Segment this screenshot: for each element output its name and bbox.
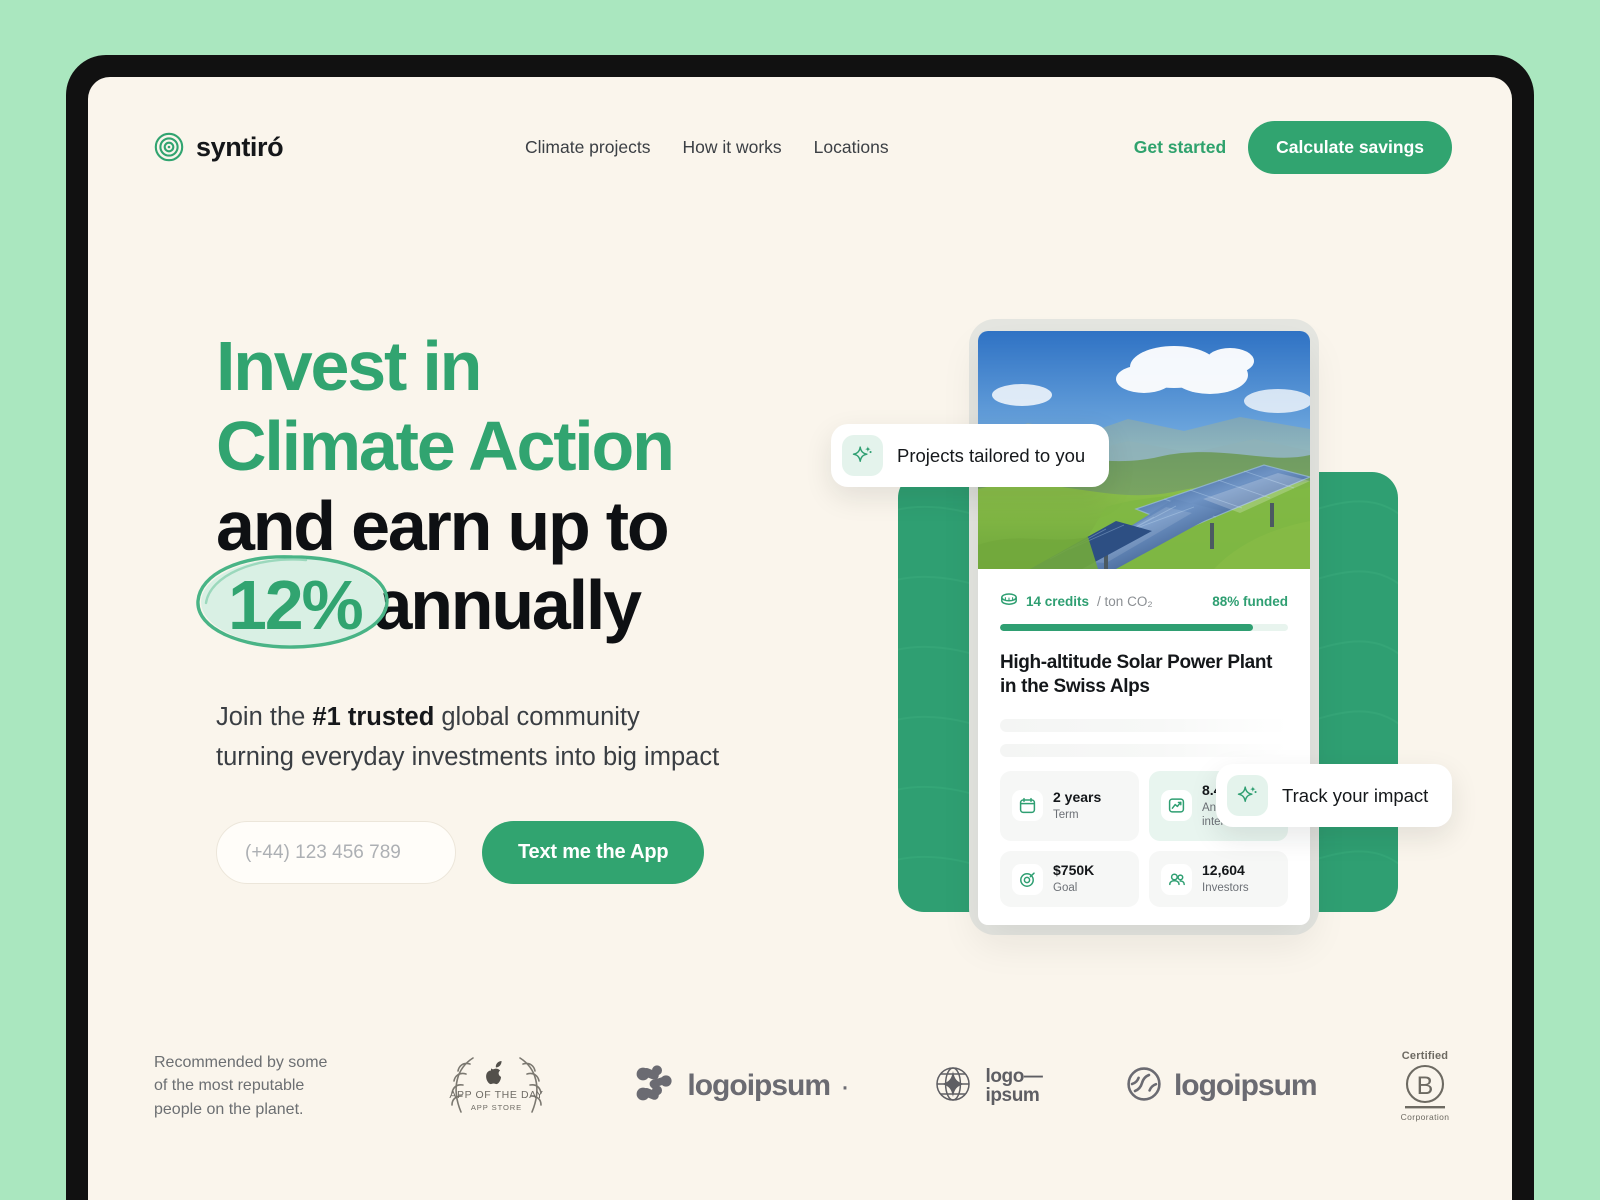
headline-tail: annually: [373, 566, 643, 645]
chart-up-icon: [1161, 790, 1192, 822]
recommendation-line-2: of the most reputable: [154, 1077, 305, 1095]
credits-info: 14 credits / ton CO₂: [1000, 592, 1153, 611]
skeleton-placeholder-lines: [1000, 718, 1288, 757]
logo-text: logoipsum: [687, 1069, 831, 1102]
swirl-logo-icon: [1124, 1064, 1164, 1109]
award-line-2: APP STORE: [471, 1103, 522, 1112]
credits-value: 14 credits: [1026, 594, 1090, 609]
hero-content: Invest in Climate Action and earn up to …: [196, 327, 916, 885]
recommendation-line-3: people on the planet.: [154, 1100, 304, 1118]
logo-app-of-the-day: APP OF THE DAY APP STORE: [439, 1050, 554, 1122]
project-card-body: 14 credits / ton CO₂ 88% funded High-alt…: [978, 569, 1310, 908]
dots-logo-icon: [635, 1064, 677, 1108]
skeleton-line: [1000, 718, 1288, 732]
logo-logoipsum-dots: logoipsum ·: [635, 1064, 851, 1108]
stat-tile-term: 2 years Term: [1000, 770, 1139, 842]
headline-line-4: 12% annually: [196, 555, 916, 650]
phone-number-input[interactable]: [216, 821, 456, 885]
logo-text: logoipsum: [1173, 1069, 1318, 1102]
credits-row: 14 credits / ton CO₂ 88% funded: [1000, 592, 1288, 611]
headline-line-1: Invest in: [216, 327, 482, 405]
stat-tile-investors: 12,604 Investors: [1149, 851, 1288, 908]
logo-text-line-1: logo—: [985, 1065, 1043, 1087]
subtitle-bold: #1 trusted: [312, 703, 435, 732]
logo-b-corporation: Certified B Corporation: [1398, 1050, 1452, 1122]
sparkle-icon: [1227, 775, 1268, 816]
bcorp-corporation-label: Corporation: [1400, 1112, 1450, 1122]
skeleton-line: [1000, 743, 1288, 757]
stat-tile-goal: $750K Goal: [1000, 851, 1139, 908]
text-me-the-app-button[interactable]: Text me the App: [482, 821, 705, 885]
nav-link-locations[interactable]: Locations: [814, 137, 889, 158]
logo-logoipsum-swirl: logoipsum: [1124, 1064, 1318, 1109]
funding-progress-bar: [1000, 624, 1288, 631]
users-icon: [1161, 863, 1192, 895]
page-title: Invest in Climate Action and earn up to …: [196, 327, 916, 650]
partner-logos: APP OF THE DAY APP STORE logoipsum · log…: [369, 1050, 1452, 1122]
pill-projects-tailored: Projects tailored to you: [831, 424, 1110, 487]
headline-line-3: and earn up to: [216, 486, 670, 565]
funded-badge: 88% funded: [1212, 594, 1288, 609]
sparkle-icon: [842, 435, 883, 476]
stat-value: $750K: [1053, 862, 1095, 879]
subtitle-part-1: Join the: [216, 703, 313, 732]
globe-logo-icon: [931, 1062, 975, 1111]
headline-line-2: Climate Action: [216, 406, 675, 485]
laurel-wreath-icon: APP OF THE DAY APP STORE: [449, 1057, 543, 1113]
pill-label: Track your impact: [1282, 784, 1429, 806]
signup-form: Text me the App: [216, 821, 916, 885]
get-started-link[interactable]: Get started: [1134, 137, 1226, 158]
logo-text-line-2: ipsum: [985, 1085, 1040, 1106]
brand-logo[interactable]: syntiró: [154, 131, 284, 163]
coin-stack-icon: [1000, 592, 1018, 611]
concentric-target-icon: [154, 132, 184, 162]
nav-links: Climate projects How it works Locations: [525, 137, 889, 158]
nav-link-how-it-works[interactable]: How it works: [682, 137, 781, 158]
nav-actions: Get started Calculate savings: [1134, 120, 1452, 174]
subtitle-line-2: turning everyday investments into big im…: [216, 742, 720, 771]
pill-track-impact: Track your impact: [1216, 764, 1453, 827]
recommendation-text: Recommended by some of the most reputabl…: [154, 1051, 369, 1121]
project-title: High-altitude Solar Power Plant in the S…: [1000, 652, 1273, 697]
logo-dot: ·: [840, 1069, 851, 1103]
logo-text-stacked: logo— ipsum: [985, 1065, 1043, 1106]
calculate-savings-button[interactable]: Calculate savings: [1248, 120, 1452, 174]
landing-page: syntiró Climate projects How it works Lo…: [88, 77, 1512, 1200]
stat-label: Investors: [1202, 882, 1249, 895]
credits-unit: / ton CO₂: [1097, 594, 1153, 609]
stat-value: 2 years: [1053, 788, 1102, 805]
bcorp-certified-label: Certified: [1401, 1050, 1449, 1062]
b-corp-icon: B: [1404, 1064, 1445, 1109]
recommendation-line-1: Recommended by some: [154, 1054, 328, 1072]
funding-progress-fill: [1000, 624, 1254, 631]
stat-value: 12,604: [1202, 862, 1245, 879]
award-line-1: APP OF THE DAY: [449, 1089, 543, 1101]
app-preview-mock: 14 credits / ton CO₂ 88% funded High-alt…: [831, 309, 1458, 949]
pill-label: Projects tailored to you: [897, 444, 1086, 466]
top-navigation: syntiró Climate projects How it works Lo…: [88, 117, 1512, 177]
stat-label: Goal: [1053, 882, 1078, 895]
project-card[interactable]: 14 credits / ton CO₂ 88% funded High-alt…: [978, 331, 1310, 925]
social-proof-footer: Recommended by some of the most reputabl…: [154, 1050, 1452, 1122]
screenshot-root: syntiró Climate projects How it works Lo…: [0, 0, 1600, 1200]
logo-logoipsum-globe: logo— ipsum: [931, 1062, 1043, 1111]
target-icon: [1012, 863, 1043, 895]
device-shell: syntiró Climate projects How it works Lo…: [66, 55, 1534, 1200]
percentage-value: 12%: [228, 566, 364, 645]
hero-subtitle: Join the #1 trusted global community tur…: [216, 698, 836, 777]
stat-label: Term: [1053, 808, 1079, 821]
calendar-icon: [1012, 790, 1043, 822]
nav-link-climate-projects[interactable]: Climate projects: [525, 137, 650, 158]
brand-name: syntiró: [196, 131, 284, 162]
svg-text:B: B: [1417, 1072, 1434, 1100]
subtitle-part-2: global community: [434, 703, 640, 732]
highlighted-percentage: 12%: [196, 555, 389, 650]
